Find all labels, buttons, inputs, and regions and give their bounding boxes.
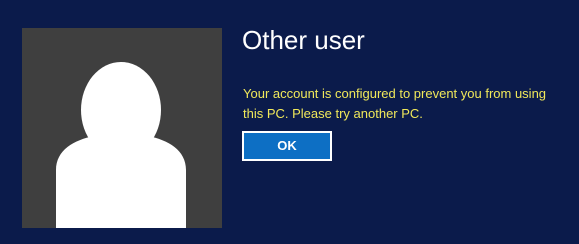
user-avatar — [22, 28, 222, 228]
ok-button[interactable]: OK — [242, 131, 332, 161]
account-restriction-message: Your account is configured to prevent yo… — [243, 86, 547, 121]
username-label: Other user — [242, 25, 365, 55]
user-silhouette-icon — [22, 28, 222, 228]
lock-screen: Other user Your account is configured to… — [0, 0, 579, 244]
